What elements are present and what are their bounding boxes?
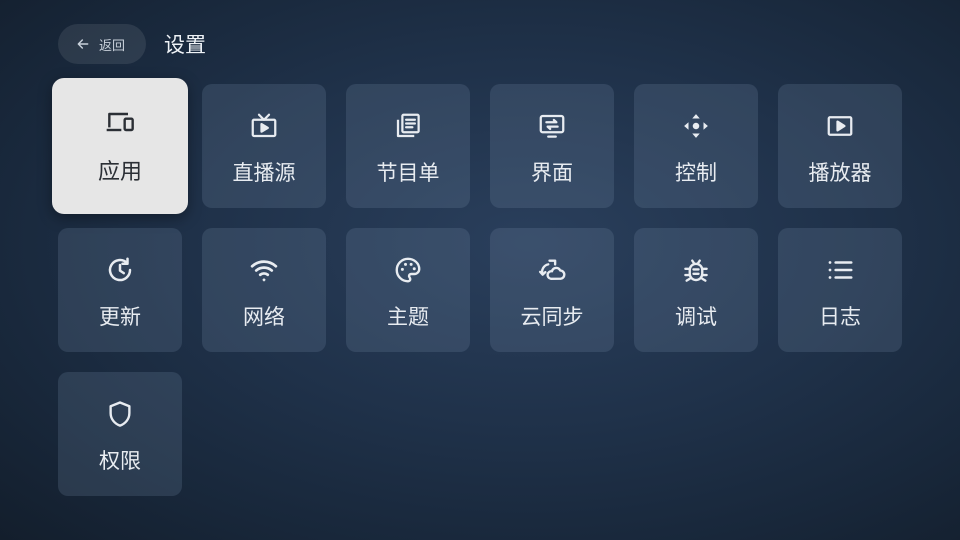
tile-label: 应用: [97, 160, 142, 185]
live-tv-icon: [248, 110, 280, 142]
tile-permission[interactable]: 权限: [58, 372, 182, 496]
header: 返回 设置: [58, 24, 206, 64]
dpad-icon: [680, 110, 712, 142]
arrow-left-icon: [77, 39, 89, 49]
tile-label: 网络: [243, 305, 285, 329]
tile-label: 云同步: [520, 305, 584, 329]
tile-live-source[interactable]: 直播源: [202, 84, 326, 208]
list-icon: [824, 254, 856, 286]
tile-label: 主题: [387, 305, 429, 329]
tile-theme[interactable]: 主题: [346, 228, 470, 352]
tile-label: 权限: [99, 449, 141, 473]
shield-icon: [104, 398, 136, 430]
tile-label: 界面: [531, 161, 573, 185]
tile-debug[interactable]: 调试: [634, 228, 758, 352]
devices-icon: [104, 106, 136, 138]
tile-player[interactable]: 播放器: [778, 84, 902, 208]
screen-icon: [536, 110, 568, 142]
tile-log[interactable]: 日志: [778, 228, 902, 352]
play-box-icon: [824, 110, 856, 142]
tile-control[interactable]: 控制: [634, 84, 758, 208]
update-icon: [104, 254, 136, 286]
cloud-sync-icon: [536, 254, 568, 286]
tile-label: 调试: [675, 305, 717, 329]
back-button[interactable]: 返回: [58, 24, 146, 64]
tile-interface[interactable]: 界面: [490, 84, 614, 208]
palette-icon: [392, 254, 424, 286]
tile-cloud-sync[interactable]: 云同步: [490, 228, 614, 352]
tile-label: 更新: [99, 305, 141, 329]
tile-label: 播放器: [808, 161, 872, 185]
tile-label: 控制: [675, 161, 717, 185]
wifi-icon: [248, 254, 280, 286]
back-label: 返回: [98, 38, 125, 54]
library-icon: [392, 110, 424, 142]
tile-network[interactable]: 网络: [202, 228, 326, 352]
tile-label: 直播源: [232, 161, 296, 185]
bug-icon: [680, 254, 712, 286]
tile-label: 节目单: [376, 161, 440, 185]
tile-update[interactable]: 更新: [58, 228, 182, 352]
tile-app[interactable]: 应用: [52, 78, 188, 214]
page-title: 设置: [164, 33, 206, 57]
tile-label: 日志: [819, 305, 861, 329]
tile-program-guide[interactable]: 节目单: [346, 84, 470, 208]
